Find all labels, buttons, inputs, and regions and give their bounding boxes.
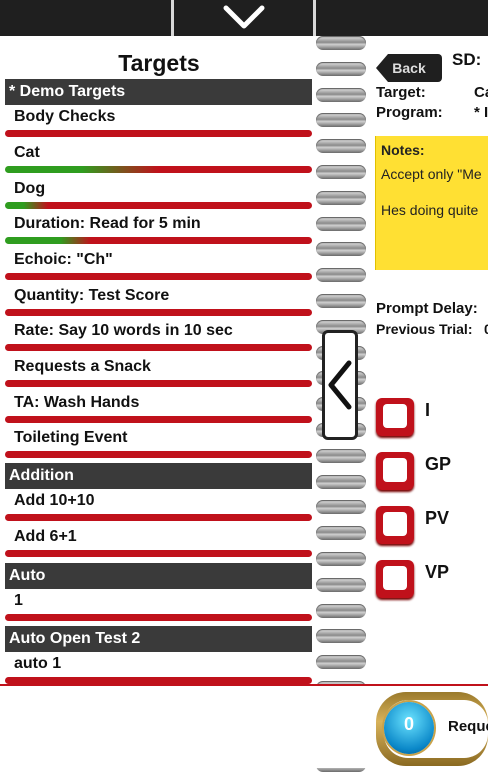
page-title: Targets xyxy=(118,50,200,76)
sd-label: SD: xyxy=(452,50,482,69)
notes-box: Notes: Accept only "Me Hes doing quite xyxy=(375,136,488,270)
progress-bar xyxy=(5,514,312,521)
target-value: Ca xyxy=(474,84,488,101)
target-label: Rate: Say 10 words in 10 sec xyxy=(14,322,233,339)
spiral-ring xyxy=(316,526,366,541)
target-item-dog[interactable]: Dog xyxy=(5,177,312,211)
prompt-label: I xyxy=(425,400,431,420)
spiral-ring xyxy=(316,629,366,644)
top-bar-divider xyxy=(171,0,174,36)
target-item-add-6-1[interactable]: Add 6+1 xyxy=(5,525,312,559)
previous-trial-label: Previous Trial: xyxy=(376,321,473,337)
spiral-ring xyxy=(316,139,366,154)
target-item-add-10-10[interactable]: Add 10+10 xyxy=(5,489,312,523)
previous-trial-value: 0 xyxy=(484,321,488,337)
spiral-ring xyxy=(316,603,366,618)
prompt-label: GP xyxy=(425,454,452,474)
target-label: auto 1 xyxy=(14,655,62,672)
target-label: Echoic: "Ch" xyxy=(14,251,113,268)
request-label: Reque xyxy=(448,718,488,735)
chevron-down-icon[interactable] xyxy=(222,4,266,32)
target-item-auto-1[interactable]: 1 xyxy=(5,589,312,623)
target-item-quantity[interactable]: Quantity: Test Score xyxy=(5,284,312,318)
section-header[interactable]: Auto xyxy=(5,563,312,589)
spiral-ring xyxy=(316,87,366,102)
spiral-ring xyxy=(316,242,366,257)
detail-panel: Back SD: Target: Ca Program: * I Notes: … xyxy=(370,36,488,684)
progress-bar xyxy=(5,309,312,316)
target-label: Target: xyxy=(376,84,426,101)
top-bar xyxy=(0,0,488,36)
checkbox[interactable] xyxy=(376,560,414,598)
target-label: Dog xyxy=(14,180,46,197)
checkbox[interactable] xyxy=(376,506,414,544)
spiral-ring xyxy=(316,474,366,489)
spiral-ring xyxy=(316,36,366,50)
progress-bar xyxy=(5,166,312,173)
back-button[interactable]: Back xyxy=(376,54,442,82)
progress-bar xyxy=(5,380,312,387)
target-item-duration[interactable]: Duration: Read for 5 min xyxy=(5,212,312,246)
progress-bar xyxy=(5,451,312,458)
spiral-ring xyxy=(316,190,366,205)
prompt-label: PV xyxy=(425,508,450,528)
progress-bar xyxy=(5,344,312,351)
target-label: Add 10+10 xyxy=(14,492,95,509)
program-label: Program: xyxy=(376,104,443,121)
target-label: Cat xyxy=(14,144,40,161)
progress-bar xyxy=(5,550,312,557)
target-label: Requests a Snack xyxy=(14,358,151,375)
target-item-echoic[interactable]: Echoic: "Ch" xyxy=(5,248,312,282)
section-header[interactable]: * Demo Targets xyxy=(5,79,312,105)
spiral-ring xyxy=(316,552,366,566)
targets-panel: Targets * Demo Targets Body Checks Cat D… xyxy=(0,36,318,684)
checkbox[interactable] xyxy=(376,398,414,436)
count-badge: 0 xyxy=(384,702,434,754)
progress-bar xyxy=(5,130,312,137)
target-item-toileting[interactable]: Toileting Event xyxy=(5,426,312,460)
spiral-ring xyxy=(316,268,366,283)
spiral-ring xyxy=(316,113,366,128)
spiral-ring xyxy=(316,655,366,670)
section-header[interactable]: Addition xyxy=(5,463,312,489)
prompt-delay-label: Prompt Delay: xyxy=(376,300,478,317)
notes-title: Notes: xyxy=(381,142,425,158)
prompt-label: VP xyxy=(425,562,450,582)
progress-bar xyxy=(5,416,312,423)
progress-bar xyxy=(5,273,312,280)
spiral-ring xyxy=(316,500,366,515)
progress-bar xyxy=(5,202,312,209)
checkbox[interactable] xyxy=(376,452,414,490)
target-item-rate[interactable]: Rate: Say 10 words in 10 sec xyxy=(5,319,312,353)
section-header[interactable]: Auto Open Test 2 xyxy=(5,626,312,652)
chevron-left-icon xyxy=(328,360,352,410)
spiral-ring xyxy=(316,448,366,463)
target-label: Toileting Event xyxy=(14,429,128,446)
target-label: Duration: Read for 5 min xyxy=(14,215,201,232)
spiral-ring xyxy=(316,61,366,76)
target-label: 1 xyxy=(14,592,23,609)
spiral-ring xyxy=(316,577,366,592)
spiral-ring xyxy=(316,216,366,231)
target-label: Quantity: Test Score xyxy=(14,287,170,304)
target-label: Add 6+1 xyxy=(14,528,77,545)
top-bar-divider xyxy=(313,0,316,36)
target-label: TA: Wash Hands xyxy=(14,394,140,411)
collapse-panel-button[interactable] xyxy=(322,330,358,440)
spiral-ring xyxy=(316,294,366,308)
notes-line: Hes doing quite xyxy=(381,202,479,218)
progress-bar xyxy=(5,614,312,621)
target-label: Body Checks xyxy=(14,108,116,125)
target-item-cat[interactable]: Cat xyxy=(5,141,312,175)
target-item-wash-hands[interactable]: TA: Wash Hands xyxy=(5,391,312,425)
target-item-requests-snack[interactable]: Requests a Snack xyxy=(5,355,312,389)
notes-line: Accept only "Me xyxy=(381,166,482,182)
request-button[interactable]: 0 Reque xyxy=(376,692,488,766)
target-item-auto-open-1[interactable]: auto 1 xyxy=(5,652,312,684)
program-value: * I xyxy=(474,104,488,121)
progress-bar xyxy=(5,677,312,684)
target-item-body-checks[interactable]: Body Checks xyxy=(5,105,312,139)
progress-bar xyxy=(5,237,312,244)
spiral-ring xyxy=(316,165,366,179)
